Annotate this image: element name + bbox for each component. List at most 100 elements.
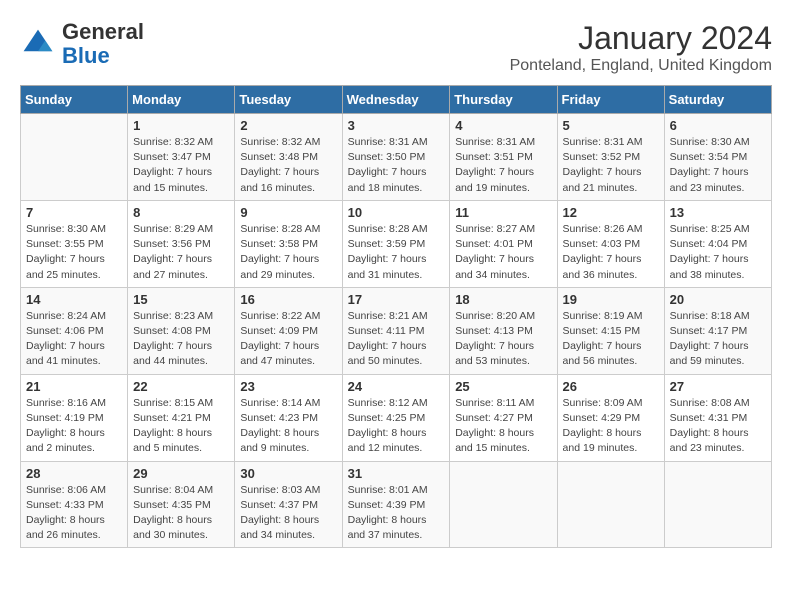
table-row: 17 Sunrise: 8:21 AMSunset: 4:11 PMDayligh… [342, 287, 450, 374]
day-number: 24 [348, 379, 445, 394]
day-info: Sunrise: 8:31 AMSunset: 3:52 PMDaylight:… [563, 135, 659, 196]
table-row: 31 Sunrise: 8:01 AMSunset: 4:39 PMDayligh… [342, 461, 450, 548]
day-number: 26 [563, 379, 659, 394]
day-info: Sunrise: 8:25 AMSunset: 4:04 PMDaylight:… [670, 222, 766, 283]
day-number: 25 [455, 379, 551, 394]
table-row: 9 Sunrise: 8:28 AMSunset: 3:58 PMDaylight… [235, 200, 342, 287]
header-row: Sunday Monday Tuesday Wednesday Thursday… [21, 86, 772, 114]
col-friday: Friday [557, 86, 664, 114]
day-info: Sunrise: 8:09 AMSunset: 4:29 PMDaylight:… [563, 396, 659, 457]
day-number: 10 [348, 205, 445, 220]
table-row: 8 Sunrise: 8:29 AMSunset: 3:56 PMDaylight… [128, 200, 235, 287]
title-area: January 2024 Ponteland, England, United … [510, 20, 772, 75]
table-row: 16 Sunrise: 8:22 AMSunset: 4:09 PMDayligh… [235, 287, 342, 374]
day-number: 31 [348, 466, 445, 481]
logo-text: General Blue [62, 20, 144, 68]
calendar-week-row: 7 Sunrise: 8:30 AMSunset: 3:55 PMDaylight… [21, 200, 772, 287]
logo-icon [20, 26, 56, 62]
day-info: Sunrise: 8:04 AMSunset: 4:35 PMDaylight:… [133, 483, 229, 544]
table-row: 25 Sunrise: 8:11 AMSunset: 4:27 PMDayligh… [450, 374, 557, 461]
day-info: Sunrise: 8:24 AMSunset: 4:06 PMDaylight:… [26, 309, 122, 370]
table-row: 29Sunrise: 8:04 AMSunset: 4:35 PMDayligh… [128, 461, 235, 548]
day-info: Sunrise: 8:30 AMSunset: 3:55 PMDaylight:… [26, 222, 122, 283]
day-number: 14 [26, 292, 122, 307]
day-info: Sunrise: 8:06 AMSunset: 4:33 PMDaylight:… [26, 483, 122, 544]
logo-general: General [62, 19, 144, 44]
day-number: 30 [240, 466, 336, 481]
table-row: 22 Sunrise: 8:15 AMSunset: 4:21 PMDayligh… [128, 374, 235, 461]
day-number: 17 [348, 292, 445, 307]
day-info: Sunrise: 8:27 AMSunset: 4:01 PMDaylight:… [455, 222, 551, 283]
table-row: 2 Sunrise: 8:32 AMSunset: 3:48 PMDaylight… [235, 114, 342, 201]
day-number: 1 [133, 118, 229, 133]
day-info: Sunrise: 8:18 AMSunset: 4:17 PMDaylight:… [670, 309, 766, 370]
calendar-week-row: 1 Sunrise: 8:32 AMSunset: 3:47 PMDaylight… [21, 114, 772, 201]
table-row: 1 Sunrise: 8:32 AMSunset: 3:47 PMDaylight… [128, 114, 235, 201]
day-number: 4 [455, 118, 551, 133]
table-row: 24Sunrise: 8:12 AMSunset: 4:25 PMDayligh… [342, 374, 450, 461]
day-info: Sunrise: 8:28 AMSunset: 3:59 PMDaylight:… [348, 222, 445, 283]
day-number: 2 [240, 118, 336, 133]
table-row: 15Sunrise: 8:23 AMSunset: 4:08 PMDayligh… [128, 287, 235, 374]
calendar-table: Sunday Monday Tuesday Wednesday Thursday… [20, 85, 772, 548]
table-row: 11 Sunrise: 8:27 AMSunset: 4:01 PMDayligh… [450, 200, 557, 287]
day-info: Sunrise: 8:21 AMSunset: 4:11 PMDaylight:… [348, 309, 445, 370]
table-row [450, 461, 557, 548]
day-number: 12 [563, 205, 659, 220]
calendar-week-row: 21 Sunrise: 8:16 AMSunset: 4:19 PMDayligh… [21, 374, 772, 461]
page-header: General Blue January 2024 Ponteland, Eng… [20, 20, 772, 75]
main-title: January 2024 [510, 20, 772, 57]
table-row: 4 Sunrise: 8:31 AMSunset: 3:51 PMDaylight… [450, 114, 557, 201]
day-number: 5 [563, 118, 659, 133]
table-row [664, 461, 771, 548]
table-row: 7 Sunrise: 8:30 AMSunset: 3:55 PMDaylight… [21, 200, 128, 287]
day-number: 13 [670, 205, 766, 220]
day-info: Sunrise: 8:11 AMSunset: 4:27 PMDaylight:… [455, 396, 551, 457]
day-number: 11 [455, 205, 551, 220]
day-number: 16 [240, 292, 336, 307]
logo: General Blue [20, 20, 144, 68]
day-info: Sunrise: 8:31 AMSunset: 3:51 PMDaylight:… [455, 135, 551, 196]
day-number: 21 [26, 379, 122, 394]
col-thursday: Thursday [450, 86, 557, 114]
day-number: 20 [670, 292, 766, 307]
table-row: 5 Sunrise: 8:31 AMSunset: 3:52 PMDaylight… [557, 114, 664, 201]
day-info: Sunrise: 8:16 AMSunset: 4:19 PMDaylight:… [26, 396, 122, 457]
table-row: 20 Sunrise: 8:18 AMSunset: 4:17 PMDayligh… [664, 287, 771, 374]
day-number: 3 [348, 118, 445, 133]
day-info: Sunrise: 8:31 AMSunset: 3:50 PMDaylight:… [348, 135, 445, 196]
table-row: 21 Sunrise: 8:16 AMSunset: 4:19 PMDayligh… [21, 374, 128, 461]
calendar-week-row: 28Sunrise: 8:06 AMSunset: 4:33 PMDayligh… [21, 461, 772, 548]
day-info: Sunrise: 8:08 AMSunset: 4:31 PMDaylight:… [670, 396, 766, 457]
day-number: 27 [670, 379, 766, 394]
day-info: Sunrise: 8:19 AMSunset: 4:15 PMDaylight:… [563, 309, 659, 370]
calendar-week-row: 14 Sunrise: 8:24 AMSunset: 4:06 PMDayligh… [21, 287, 772, 374]
day-number: 15 [133, 292, 229, 307]
day-number: 8 [133, 205, 229, 220]
day-info: Sunrise: 8:28 AMSunset: 3:58 PMDaylight:… [240, 222, 336, 283]
day-number: 7 [26, 205, 122, 220]
day-info: Sunrise: 8:01 AMSunset: 4:39 PMDaylight:… [348, 483, 445, 544]
day-info: Sunrise: 8:22 AMSunset: 4:09 PMDaylight:… [240, 309, 336, 370]
day-info: Sunrise: 8:15 AMSunset: 4:21 PMDaylight:… [133, 396, 229, 457]
table-row: 18Sunrise: 8:20 AMSunset: 4:13 PMDayligh… [450, 287, 557, 374]
day-number: 9 [240, 205, 336, 220]
day-info: Sunrise: 8:26 AMSunset: 4:03 PMDaylight:… [563, 222, 659, 283]
calendar-body: 1 Sunrise: 8:32 AMSunset: 3:47 PMDaylight… [21, 114, 772, 548]
day-info: Sunrise: 8:32 AMSunset: 3:48 PMDaylight:… [240, 135, 336, 196]
table-row: 10 Sunrise: 8:28 AMSunset: 3:59 PMDayligh… [342, 200, 450, 287]
table-row: 30Sunrise: 8:03 AMSunset: 4:37 PMDayligh… [235, 461, 342, 548]
table-row: 27 Sunrise: 8:08 AMSunset: 4:31 PMDayligh… [664, 374, 771, 461]
subtitle: Ponteland, England, United Kingdom [510, 57, 772, 75]
col-sunday: Sunday [21, 86, 128, 114]
table-row: 3 Sunrise: 8:31 AMSunset: 3:50 PMDaylight… [342, 114, 450, 201]
day-info: Sunrise: 8:30 AMSunset: 3:54 PMDaylight:… [670, 135, 766, 196]
day-info: Sunrise: 8:32 AMSunset: 3:47 PMDaylight:… [133, 135, 229, 196]
day-info: Sunrise: 8:29 AMSunset: 3:56 PMDaylight:… [133, 222, 229, 283]
day-number: 22 [133, 379, 229, 394]
table-row: 6Sunrise: 8:30 AMSunset: 3:54 PMDaylight… [664, 114, 771, 201]
table-row: 12 Sunrise: 8:26 AMSunset: 4:03 PMDayligh… [557, 200, 664, 287]
table-row: 14 Sunrise: 8:24 AMSunset: 4:06 PMDayligh… [21, 287, 128, 374]
day-info: Sunrise: 8:20 AMSunset: 4:13 PMDaylight:… [455, 309, 551, 370]
table-row: 19Sunrise: 8:19 AMSunset: 4:15 PMDayligh… [557, 287, 664, 374]
